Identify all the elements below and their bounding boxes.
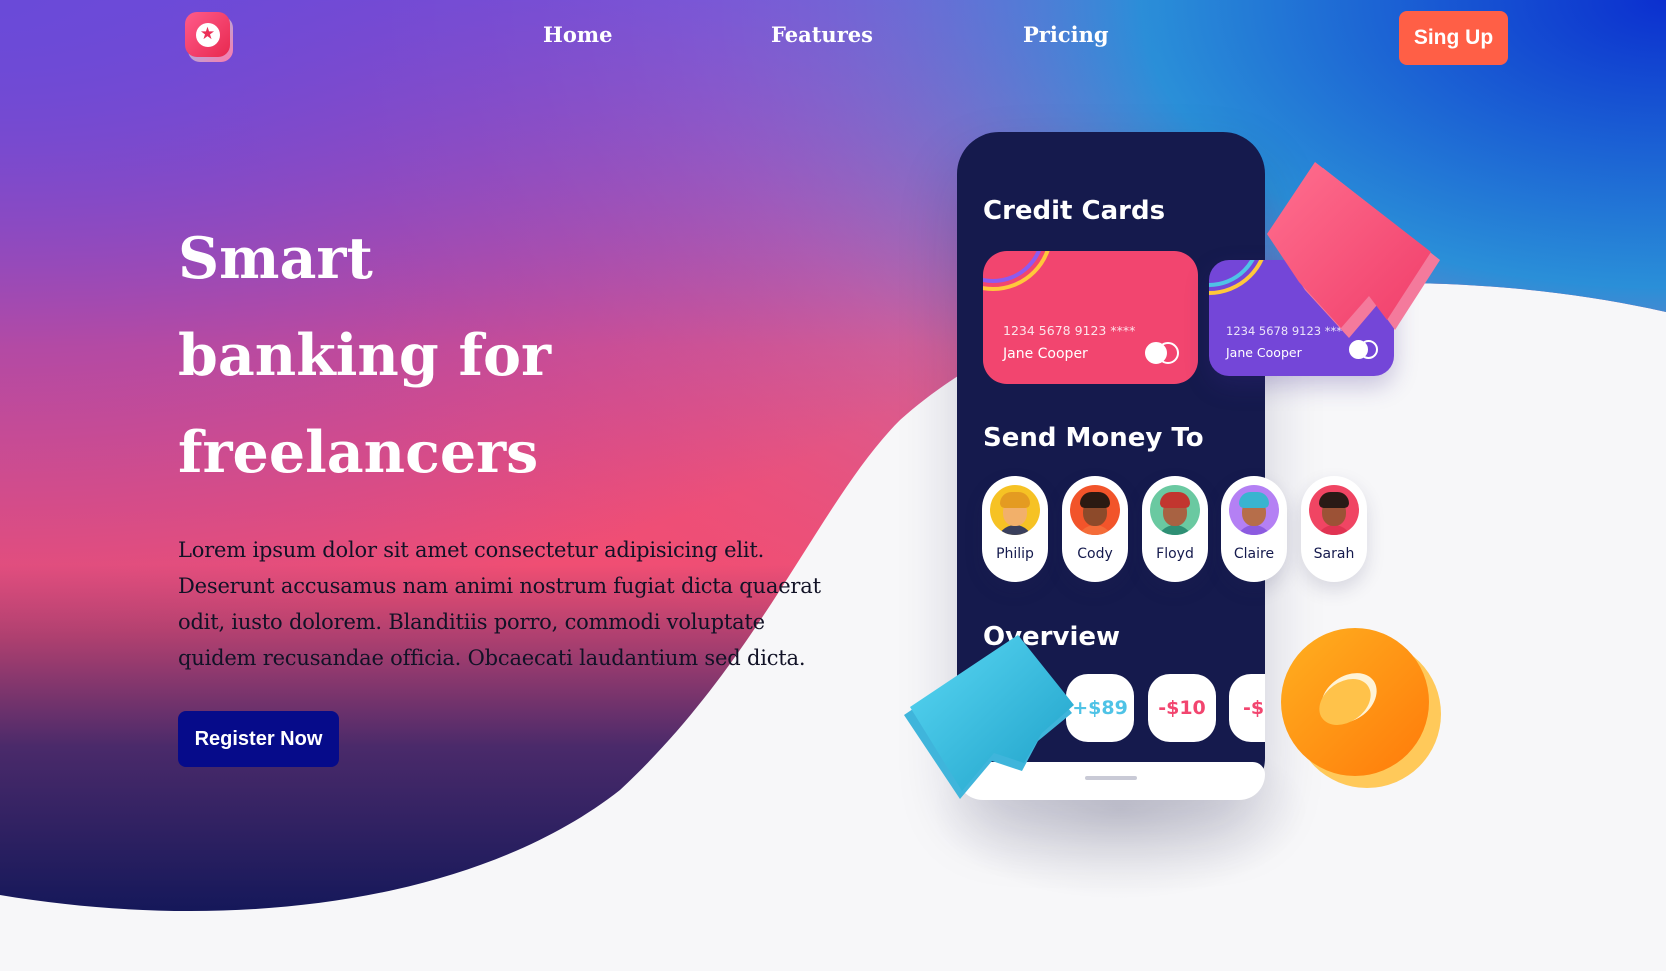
hero-title: Smart banking for freelancers [178,210,778,501]
brand-logo[interactable]: ★ [185,12,233,62]
credit-card-primary[interactable]: 1234 5678 9123 **** Jane Cooper [983,251,1198,384]
contact-name: Claire [1233,546,1275,562]
top-nav: ★ Home Features Pricing Sing Up [0,0,1666,76]
contact-floyd[interactable]: Floyd [1142,476,1208,582]
orange-ring-icon [1281,628,1441,788]
hero-description: Lorem ipsum dolor sit amet consectetur a… [178,538,821,670]
contact-name: Philip [996,546,1034,562]
transaction-chip[interactable]: -$10 [1148,674,1216,742]
hero-title-line: freelancers [178,419,539,486]
avatar [990,485,1040,535]
mastercard-icon [1145,342,1179,364]
pink-chat-bubble-icon [1267,162,1440,338]
contact-cody[interactable]: Cody [1062,476,1128,582]
avatar [1229,485,1279,535]
contact-claire[interactable]: Claire [1221,476,1287,582]
card-number: 1234 5678 9123 **** [1003,323,1136,338]
credit-cards-heading: Credit Cards [983,196,1166,226]
signup-button[interactable]: Sing Up [1399,11,1508,65]
avatar [1070,485,1120,535]
star-icon: ★ [195,22,220,47]
hero-title-line: banking for [178,322,552,389]
contact-name: Cody [1077,546,1113,562]
avatar [1150,485,1200,535]
send-money-heading: Send Money To [983,423,1204,453]
nav-link-features[interactable]: Features [771,22,873,47]
home-indicator [1085,776,1137,780]
contact-philip[interactable]: Philip [982,476,1048,582]
avatar [1309,485,1359,535]
card-arc-decoration [983,251,1050,291]
card-holder: Jane Cooper [1003,346,1088,362]
logo-front-shape: ★ [185,12,230,57]
contact-sarah[interactable]: Sarah [1301,476,1367,582]
nav-link-pricing[interactable]: Pricing [1023,22,1109,47]
contact-name: Sarah [1313,546,1355,562]
hero-title-line: Smart [178,225,373,292]
register-now-button[interactable]: Register Now [178,711,339,767]
nav-link-home[interactable]: Home [543,22,612,47]
contact-name: Floyd [1156,546,1194,562]
transaction-chip[interactable]: -$29 [1229,674,1265,742]
blue-chat-bubble-icon [904,635,1074,799]
